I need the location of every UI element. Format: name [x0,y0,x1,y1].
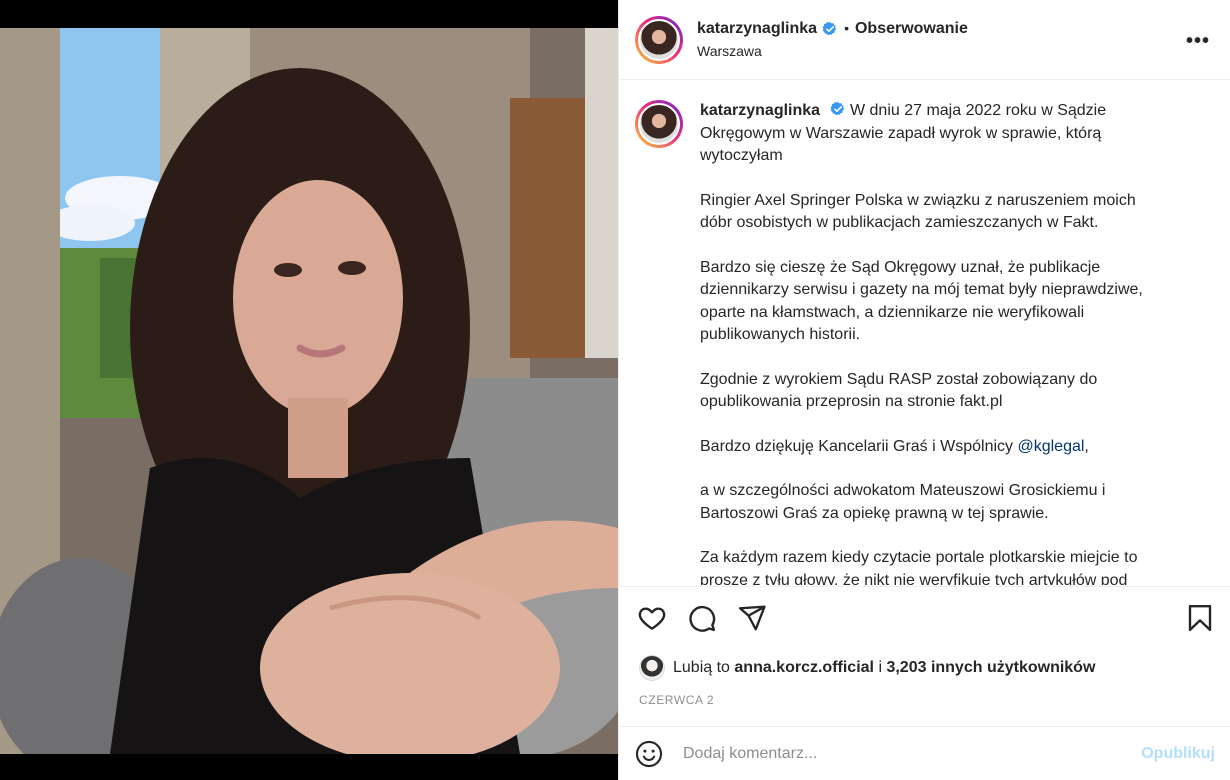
emoji-icon[interactable] [635,740,663,768]
likes-count[interactable]: 3,203 innych użytkowników [886,659,1095,677]
mention-link[interactable]: @kglegal [1017,438,1084,455]
post-photo[interactable] [0,28,618,754]
photo-illustration [0,28,618,754]
author-username[interactable]: katarzynaglinka [697,19,817,39]
likes-summary: Lubią to anna.korcz.official i 3,203 inn… [639,655,1095,681]
following-button[interactable]: Obserwowanie [855,19,968,39]
post-date[interactable]: CZERWCA 2 [639,693,714,707]
separator-dot: • [844,20,849,36]
caption-username[interactable]: katarzynaglinka [700,102,820,119]
comment-bar: Opublikuj [619,726,1230,780]
verified-badge-icon [822,21,838,37]
photo-pane [0,0,618,780]
comment-icon[interactable] [687,603,717,633]
caption-paragraph: Ringier Axel Springer Polska w związku z… [700,191,1136,232]
action-bar [619,586,1230,646]
author-avatar[interactable] [635,15,683,64]
caption-paragraph: a w szczególności adwokatom Mateuszowi G… [700,482,1106,522]
more-options-icon[interactable]: ••• [1186,30,1210,53]
post-header: katarzynaglinka • Obserwowanie Warszawa … [619,0,1230,80]
share-icon[interactable] [737,603,767,633]
likes-prefix: Lubią to [673,659,730,676]
caption-area: katarzynaglinka W dniu 27 maja 2022 roku… [619,80,1230,585]
likes-joiner: i [878,659,882,676]
liker-avatar[interactable] [639,655,665,681]
publish-button[interactable]: Opublikuj [1141,745,1215,763]
bookmark-icon[interactable] [1185,603,1215,633]
caption-paragraph: Bardzo dziękuję Kancelarii Graś i Wspóln… [700,437,1014,455]
caption-paragraph: Zgodnie z wyrokiem Sądu RASP został zobo… [700,370,1098,411]
caption-text: katarzynaglinka W dniu 27 maja 2022 roku… [700,100,1170,585]
caption-author-avatar[interactable] [635,100,683,148]
caption-paragraph: Bardzo się cieszę że Sąd Okręgowy uznał,… [700,258,1143,344]
post-modal: katarzynaglinka • Obserwowanie Warszawa … [0,0,1230,780]
heart-icon[interactable] [637,603,667,633]
comment-input[interactable] [681,743,1132,764]
liker-username[interactable]: anna.korcz.official [734,659,874,677]
verified-badge-icon [830,101,846,117]
post-location[interactable]: Warszawa [697,43,968,61]
caption-paragraph: Za każdym razem kiedy czytacie portale p… [700,549,1138,585]
post-side-panel: katarzynaglinka • Obserwowanie Warszawa … [618,0,1230,780]
mention-suffix: , [1084,437,1089,455]
